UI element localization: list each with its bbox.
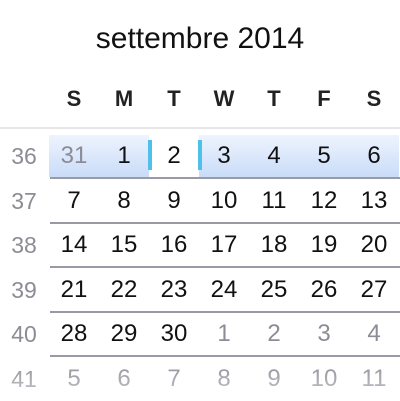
day-cell[interactable]: 1 xyxy=(199,320,249,348)
day-cell[interactable]: 30 xyxy=(149,320,199,348)
weekday-label: F xyxy=(317,86,331,111)
day-cell[interactable]: 24 xyxy=(199,276,249,304)
day-cell[interactable]: 11 xyxy=(249,187,299,215)
day-cell[interactable]: 7 xyxy=(149,365,199,393)
day-cell[interactable]: 3 xyxy=(199,142,249,170)
day-cell[interactable]: 9 xyxy=(149,187,199,215)
day-cell[interactable]: 5 xyxy=(299,142,349,170)
day-cell[interactable]: 2 xyxy=(249,320,299,348)
week-number: 41 xyxy=(11,366,37,392)
day-cell[interactable]: 23 xyxy=(149,276,199,304)
day-cell[interactable]: 21 xyxy=(49,276,99,304)
day-cell[interactable]: 8 xyxy=(199,365,249,393)
day-cell[interactable]: 18 xyxy=(249,231,299,259)
day-cell[interactable]: 27 xyxy=(349,276,399,304)
day-cell[interactable]: 15 xyxy=(99,231,149,259)
day-cell[interactable]: 6 xyxy=(349,142,399,170)
day-cell[interactable]: 26 xyxy=(299,276,349,304)
week-row[interactable]: 37 7 8 9 10 11 12 13 xyxy=(0,179,400,224)
week-row[interactable]: 39 21 22 23 24 25 26 27 xyxy=(0,268,400,313)
week-number: 37 xyxy=(11,187,37,214)
week-number: 36 xyxy=(11,143,37,169)
day-cell[interactable]: 12 xyxy=(299,187,349,215)
weekday-label: M xyxy=(114,86,134,111)
day-cell[interactable]: 10 xyxy=(199,187,249,215)
weekday-label: S xyxy=(366,86,382,111)
week-row[interactable]: 38 14 15 16 17 18 19 20 xyxy=(0,223,400,269)
day-cell[interactable]: 29 xyxy=(99,320,149,348)
day-cell[interactable]: 10 xyxy=(299,365,349,393)
day-cell[interactable]: 16 xyxy=(149,231,199,259)
day-cell[interactable]: 4 xyxy=(249,142,299,170)
day-cell-selected[interactable]: 2 xyxy=(149,142,199,170)
day-cell[interactable]: 25 xyxy=(249,276,299,304)
day-cell[interactable]: 4 xyxy=(349,320,399,348)
weekday-header: S M T W T F S xyxy=(49,86,399,112)
week-row[interactable]: 41 5 6 7 8 9 10 11 xyxy=(0,357,400,401)
day-cell[interactable]: 22 xyxy=(99,276,149,304)
day-cell[interactable]: 31 xyxy=(49,142,99,170)
day-cell[interactable]: 13 xyxy=(349,187,399,215)
day-cell[interactable]: 19 xyxy=(299,231,349,259)
weekday-label: S xyxy=(66,86,82,111)
divider xyxy=(0,127,400,129)
day-cell[interactable]: 3 xyxy=(299,320,349,348)
week-number: 38 xyxy=(11,232,37,259)
day-cell[interactable]: 8 xyxy=(99,187,149,215)
week-row[interactable]: 40 28 29 30 1 2 3 4 xyxy=(0,312,400,358)
month-title: settembre 2014 xyxy=(95,22,305,55)
day-cell[interactable]: 17 xyxy=(199,231,249,259)
weekday-label: W xyxy=(213,86,235,111)
weekday-label: T xyxy=(267,86,281,111)
day-cell[interactable]: 9 xyxy=(249,365,299,393)
day-cell[interactable]: 6 xyxy=(99,365,149,393)
week-number: 40 xyxy=(11,321,37,348)
day-cell[interactable]: 5 xyxy=(49,365,99,393)
week-row[interactable]: 36 31 1 2 3 4 5 6 xyxy=(0,134,400,179)
day-cell[interactable]: 7 xyxy=(49,187,99,215)
day-cell[interactable]: 1 xyxy=(99,142,149,170)
day-cell[interactable]: 14 xyxy=(49,231,99,259)
day-cell[interactable]: 28 xyxy=(49,320,99,348)
week-number: 39 xyxy=(11,276,37,303)
day-cell[interactable]: 20 xyxy=(349,231,399,259)
day-cell[interactable]: 11 xyxy=(349,365,399,393)
weekday-label: T xyxy=(167,86,181,111)
